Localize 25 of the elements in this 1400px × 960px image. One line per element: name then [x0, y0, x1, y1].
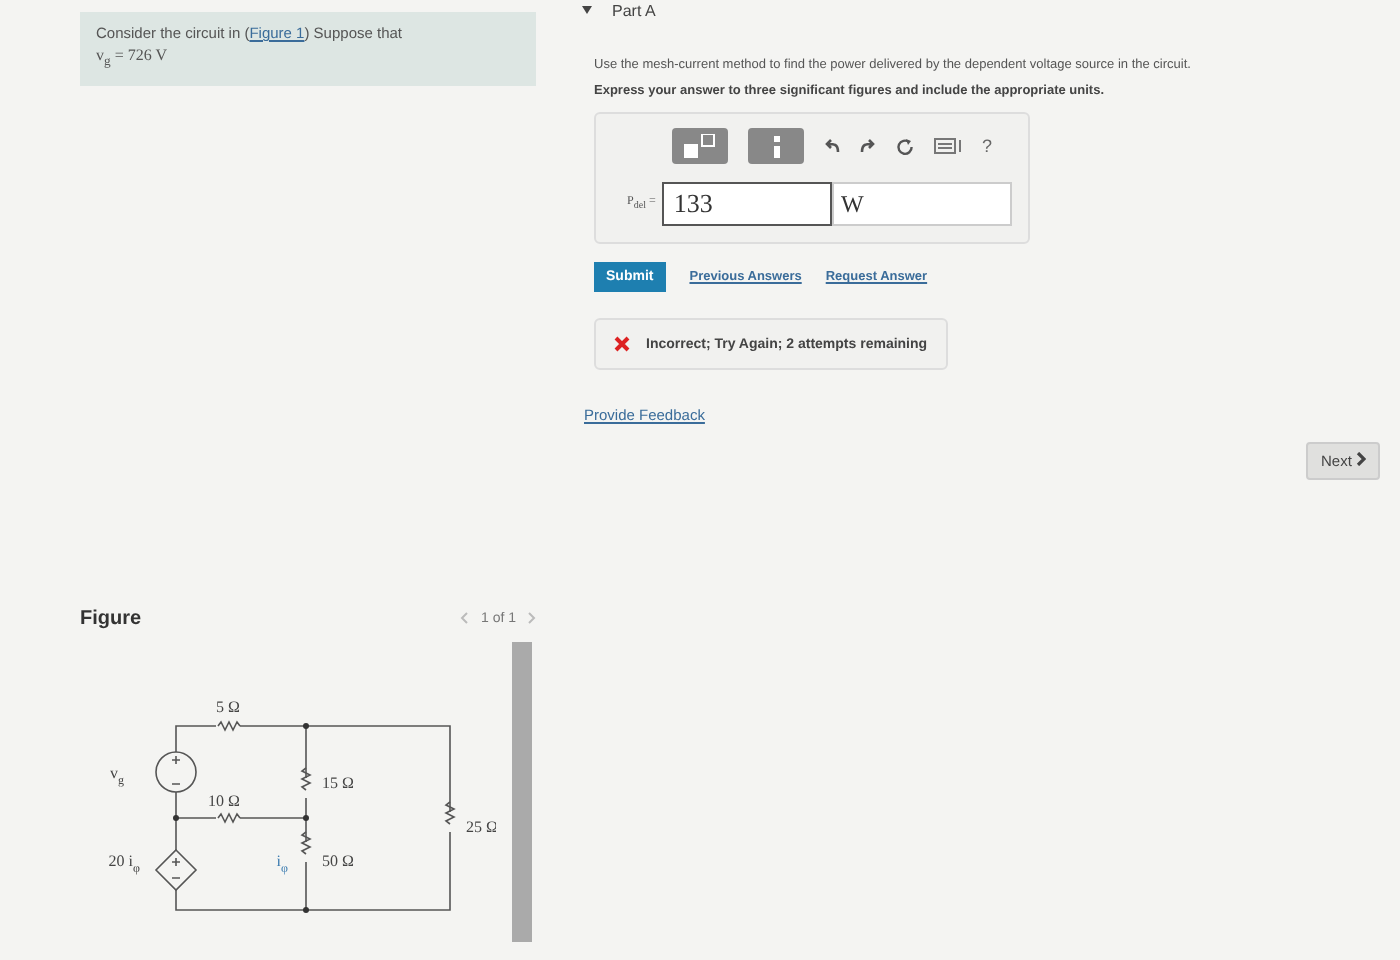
- error-cross-icon: [614, 336, 630, 352]
- circuit-label: 20 i$_{φ}$: [108, 852, 140, 876]
- reset-icon[interactable]: [896, 137, 914, 155]
- circuit-label: 5 Ω: [216, 698, 240, 716]
- template-icon: [684, 134, 716, 158]
- undo-icon[interactable]: [824, 138, 840, 154]
- circuit-label: 15 Ω: [322, 774, 354, 792]
- circuit-label: 10 Ω: [208, 792, 240, 810]
- units-icon: [773, 135, 779, 157]
- figure-title: Figure: [80, 607, 142, 629]
- part-title[interactable]: Part A: [612, 1, 656, 19]
- circuit-label: v$_{g}$: [110, 764, 124, 788]
- help-button[interactable]: ?: [982, 136, 993, 156]
- given-value: v$_{g}$ = 726 V: [96, 46, 167, 70]
- scrollbar[interactable]: [512, 642, 532, 942]
- chevron-icon: [1356, 452, 1366, 466]
- template-button[interactable]: [672, 128, 728, 164]
- circuit-label: i$_{φ}$: [276, 852, 288, 876]
- units-field[interactable]: W: [832, 182, 1012, 226]
- collapse-arrow-icon[interactable]: [582, 6, 592, 14]
- keyboard-icon[interactable]: [934, 138, 962, 154]
- units-button[interactable]: [748, 128, 804, 164]
- value-field[interactable]: 133: [661, 182, 833, 226]
- redo-icon[interactable]: [860, 138, 876, 154]
- circuit-label: 50 Ω: [322, 852, 354, 870]
